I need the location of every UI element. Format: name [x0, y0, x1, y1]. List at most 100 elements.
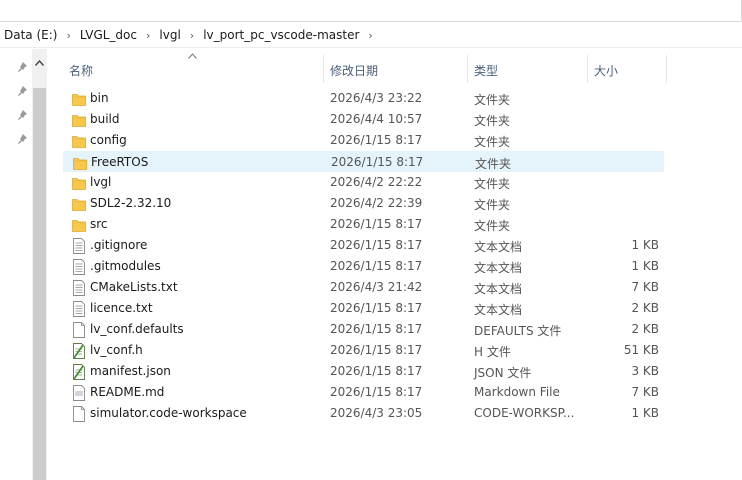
file-row[interactable]: lvgl 2026/4/2 22:22 文件夹 — [63, 172, 664, 193]
file-name: SDL2-2.32.10 — [90, 196, 172, 210]
file-name: lv_conf.h — [90, 343, 143, 357]
breadcrumb-lvgl-doc[interactable]: LVGL_doc — [78, 28, 139, 42]
column-header-size[interactable]: 大小 — [594, 62, 618, 79]
address-bar[interactable]: Data (E:) › LVGL_doc › lvgl › lv_port_pc… — [0, 23, 742, 48]
file-name: manifest.json — [90, 364, 171, 378]
file-type: 文本文档 — [474, 303, 523, 317]
file-size: 1 KB — [631, 259, 659, 273]
file-size: 1 KB — [631, 238, 659, 252]
folder-icon — [72, 112, 86, 128]
file-row[interactable]: CMakeLists.txt 2026/4/3 21:42 文本文档 7 KB — [63, 277, 664, 298]
text-file-icon — [72, 238, 86, 254]
text-file-icon — [72, 301, 86, 317]
file-name: FreeRTOS — [91, 155, 149, 169]
file-date: 2026/1/15 8:17 — [330, 343, 423, 357]
top-strip — [0, 0, 742, 22]
file-date: 2026/1/15 8:17 — [330, 364, 423, 378]
scroll-thumb[interactable] — [33, 88, 46, 480]
column-header-date[interactable]: 修改日期 — [330, 62, 378, 79]
file-name: .gitignore — [90, 238, 148, 252]
file-row[interactable]: bin 2026/4/3 23:22 文件夹 — [63, 88, 664, 109]
file-date: 2026/1/15 8:17 — [330, 238, 423, 252]
file-type: 文件夹 — [474, 198, 511, 212]
file-type: JSON 文件 — [474, 366, 532, 380]
folder-icon — [72, 175, 86, 191]
pin-icon[interactable] — [15, 85, 29, 99]
file-date: 2026/4/4 10:57 — [330, 112, 423, 126]
column-divider[interactable] — [467, 55, 468, 83]
file-row[interactable]: lv_conf.defaults 2026/1/15 8:17 DEFAULTS 文… — [63, 319, 664, 340]
file-name: .gitmodules — [90, 259, 161, 273]
file-row[interactable]: manifest.json 2026/1/15 8:17 JSON 文件 3 KB — [63, 361, 664, 382]
file-name: bin — [90, 91, 109, 105]
file-type: 文本文档 — [474, 240, 523, 254]
file-row[interactable]: FreeRTOS 2026/1/15 8:17 文件夹 — [63, 151, 664, 172]
file-size: 7 KB — [631, 385, 659, 399]
file-row[interactable]: .gitignore 2026/1/15 8:17 文本文档 1 KB — [63, 235, 664, 256]
markdown-file-icon — [72, 385, 86, 401]
column-header-type[interactable]: 类型 — [474, 62, 498, 79]
column-divider[interactable] — [666, 55, 667, 83]
ribbon-area — [0, 0, 742, 21]
file-date: 2026/1/15 8:17 — [330, 259, 423, 273]
file-type: H 文件 — [474, 345, 511, 359]
file-row[interactable]: simulator.code-workspace 2026/4/3 23:05 CO… — [63, 403, 664, 424]
file-size: 7 KB — [631, 280, 659, 294]
blank-file-icon — [72, 406, 86, 422]
file-type: 文件夹 — [474, 219, 511, 233]
file-type: 文件夹 — [475, 157, 512, 171]
column-divider[interactable] — [587, 55, 588, 83]
text-file-icon — [72, 280, 86, 296]
file-size: 3 KB — [631, 364, 659, 378]
breadcrumb-separator-icon[interactable]: › — [59, 29, 77, 42]
file-row[interactable]: SDL2-2.32.10 2026/4/2 22:39 文件夹 — [63, 193, 664, 214]
folder-icon — [72, 91, 86, 107]
file-name: CMakeLists.txt — [90, 280, 178, 294]
file-date: 2026/1/15 8:17 — [330, 385, 423, 399]
file-size: 1 KB — [631, 406, 659, 420]
file-row[interactable]: .gitmodules 2026/1/15 8:17 文本文档 1 KB — [63, 256, 664, 277]
pin-icon[interactable] — [15, 109, 29, 123]
folder-icon — [72, 217, 86, 233]
file-size: 2 KB — [631, 322, 659, 336]
file-date: 2026/4/2 22:22 — [330, 175, 423, 189]
file-date: 2026/1/15 8:17 — [331, 155, 424, 169]
code-file-icon — [72, 364, 86, 380]
breadcrumb-separator-icon[interactable]: › — [139, 29, 157, 42]
file-row[interactable]: README.md 2026/1/15 8:17 Markdown File 7 KB — [63, 382, 664, 403]
file-type: 文件夹 — [474, 114, 511, 128]
folder-icon — [73, 155, 87, 171]
file-row[interactable]: build 2026/4/4 10:57 文件夹 — [63, 109, 664, 130]
blank-file-icon — [72, 322, 86, 338]
file-row[interactable]: licence.txt 2026/1/15 8:17 文本文档 2 KB — [63, 298, 664, 319]
pin-icon[interactable] — [15, 133, 29, 147]
breadcrumb-separator-icon[interactable]: › — [361, 29, 379, 42]
breadcrumb-separator-icon[interactable]: › — [183, 29, 201, 42]
file-type: 文件夹 — [474, 177, 511, 191]
file-row[interactable]: config 2026/1/15 8:17 文件夹 — [63, 130, 664, 151]
file-row[interactable]: src 2026/1/15 8:17 文件夹 — [63, 214, 664, 235]
column-header-name[interactable]: 名称 — [69, 62, 93, 79]
file-row[interactable]: lv_conf.h 2026/1/15 8:17 H 文件 51 KB — [63, 340, 664, 361]
file-name: build — [90, 112, 120, 126]
file-name: lv_conf.defaults — [90, 322, 184, 336]
file-date: 2026/4/3 23:05 — [330, 406, 423, 420]
file-name: lvgl — [90, 175, 112, 189]
breadcrumb-lvgl[interactable]: lvgl — [157, 28, 182, 42]
folder-icon — [72, 133, 86, 149]
file-date: 2026/1/15 8:17 — [330, 322, 423, 336]
breadcrumb-current-folder[interactable]: lv_port_pc_vscode-master — [201, 28, 361, 42]
file-date: 2026/4/2 22:39 — [330, 196, 423, 210]
code-file-icon — [72, 343, 86, 359]
file-size: 51 KB — [623, 343, 659, 357]
file-date: 2026/1/15 8:17 — [330, 133, 423, 147]
column-header — [47, 49, 742, 89]
pin-icon[interactable] — [15, 61, 29, 75]
file-name: simulator.code-workspace — [90, 406, 247, 420]
column-divider[interactable] — [323, 55, 324, 83]
breadcrumb-drive[interactable]: Data (E:) — [2, 28, 59, 42]
scroll-up-icon[interactable] — [32, 55, 47, 73]
file-date: 2026/4/3 21:42 — [330, 280, 423, 294]
file-type: 文本文档 — [474, 261, 523, 275]
file-name: licence.txt — [90, 301, 153, 315]
